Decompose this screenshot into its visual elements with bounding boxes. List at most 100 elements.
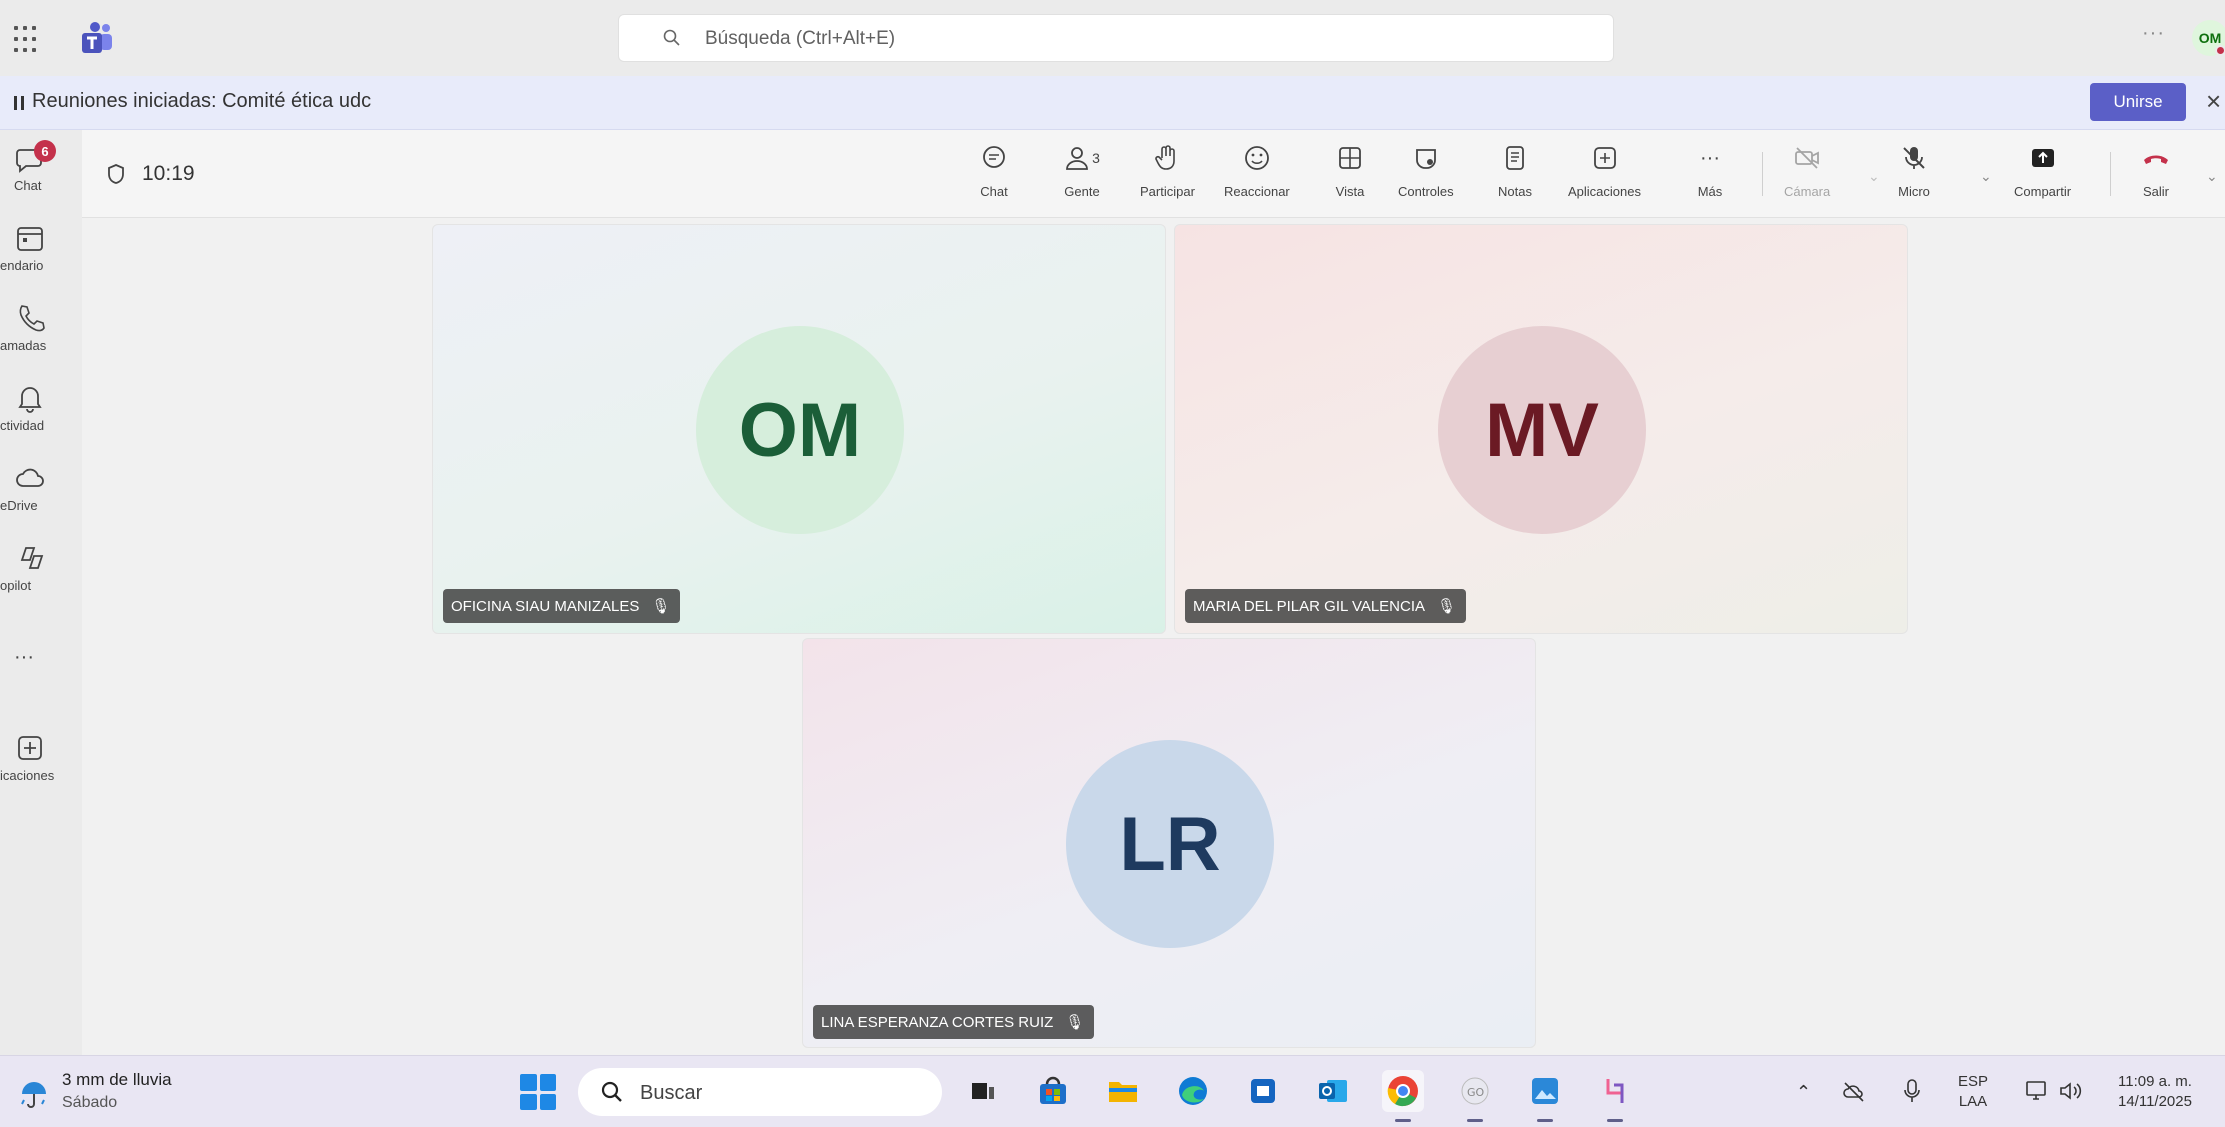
controls-label: Controles: [1398, 184, 1454, 199]
join-button[interactable]: Unirse: [2090, 83, 2186, 121]
more-actions-button[interactable]: ··· Más: [1694, 142, 1726, 210]
more-label: Más: [1697, 184, 1723, 199]
mic-button[interactable]: Micro: [1898, 142, 1930, 210]
add-app-icon: [1593, 147, 1616, 169]
share-button[interactable]: Compartir: [2014, 142, 2071, 210]
meeting-toolbar: 10:19 Chat 3 Gente Participar Reaccionar…: [82, 130, 2225, 218]
muted-mic-icon: 🎙︎: [651, 598, 671, 615]
mic-off-icon: [1903, 147, 1925, 169]
phone-icon: [19, 305, 45, 332]
folder-icon[interactable]: [1102, 1070, 1144, 1112]
photos-icon[interactable]: [1524, 1070, 1566, 1122]
mic-options-chevron-icon[interactable]: ⌄: [1980, 168, 1992, 185]
network-icon[interactable]: [2024, 1078, 2050, 1104]
app-launcher-icon[interactable]: [14, 26, 42, 54]
calendar-icon: [17, 227, 43, 251]
weather-text[interactable]: 3 mm de lluvia: [62, 1070, 172, 1090]
volume-icon[interactable]: [2058, 1080, 2084, 1102]
controls-button[interactable]: Controles: [1398, 142, 1454, 210]
rail-item-onedrive[interactable]: eDrive: [0, 456, 82, 526]
participant-tile[interactable]: LR LINA ESPERANZA CORTES RUIZ 🎙︎: [802, 638, 1536, 1048]
view-label: Vista: [1335, 184, 1365, 199]
camera-label: Cámara: [1784, 184, 1831, 199]
windows-start-icon[interactable]: [520, 1074, 556, 1110]
participant-nameplate: MARIA DEL PILAR GIL VALENCIA 🎙︎: [1185, 589, 1467, 623]
rail-label-activity: ctividad: [0, 418, 45, 433]
microphone-tray-icon[interactable]: [1902, 1078, 1922, 1104]
meeting-chat-icon: [983, 146, 1005, 168]
shield-icon: [108, 164, 124, 184]
toolbar-divider: [1762, 152, 1763, 196]
input-language[interactable]: ESP LAA: [1958, 1072, 1988, 1112]
search-placeholder: Búsqueda (Ctrl+Alt+E): [705, 28, 896, 49]
rail-label-calendar: endario: [0, 258, 44, 273]
taskbar-search[interactable]: Buscar: [578, 1068, 942, 1116]
apps-label: Aplicaciones: [1568, 184, 1641, 199]
participant-name: MARIA DEL PILAR GIL VALENCIA: [1193, 597, 1426, 615]
apps-button[interactable]: Aplicaciones: [1568, 142, 1641, 210]
rail-item-copilot[interactable]: opilot: [0, 536, 82, 606]
svg-text:GO: GO: [1467, 1086, 1485, 1099]
title-bar: Búsqueda (Ctrl+Alt+E) ··· OM: [0, 0, 2225, 76]
taskbar-search-label: Buscar: [640, 1082, 703, 1104]
windows-taskbar: 3 mm de lluvia Sábado Buscar GO ⌃ ESP LA…: [0, 1055, 2225, 1127]
rail-item-activity[interactable]: ctividad: [0, 376, 82, 446]
teams-logo-icon: [82, 22, 112, 53]
chat-button-label: Chat: [980, 184, 1008, 199]
camera-options-chevron-icon[interactable]: ⌄: [1868, 168, 1880, 185]
rail-item-more[interactable]: ···: [0, 646, 82, 676]
hand-icon: [1155, 145, 1176, 170]
participant-avatar: MV: [1438, 326, 1646, 534]
system-clock[interactable]: 11:09 a. m. 14/11/2025: [2118, 1072, 2192, 1112]
react-label: Reaccionar: [1224, 184, 1290, 199]
raise-hand-button[interactable]: Participar: [1140, 142, 1195, 210]
rail-item-apps[interactable]: icaciones: [0, 726, 82, 796]
show-hidden-icons-chevron-icon[interactable]: ⌃: [1796, 1082, 1811, 1103]
cloud-sync-off-icon[interactable]: [1842, 1080, 1866, 1104]
toolbar-divider-2: [2110, 152, 2111, 196]
profile-avatar[interactable]: OM: [2192, 20, 2225, 56]
chrome-icon[interactable]: [1382, 1070, 1424, 1122]
avatar-initials: OM: [738, 387, 862, 473]
camera-button[interactable]: Cámara: [1784, 142, 1830, 210]
participant-tile[interactable]: MV MARIA DEL PILAR GIL VALENCIA 🎙︎: [1174, 224, 1908, 634]
rail-label-copilot: opilot: [0, 578, 32, 593]
avatar-initials: LR: [1119, 801, 1221, 887]
notes-button[interactable]: Notas: [1498, 142, 1532, 210]
presence-dot-icon: [2215, 45, 2225, 56]
leave-button[interactable]: Salir: [2140, 142, 2172, 210]
profile-initials: OM: [2198, 30, 2222, 46]
rail-label-apps: icaciones: [0, 768, 55, 783]
people-button[interactable]: 3 Gente: [1060, 142, 1104, 210]
task-view-icon[interactable]: [962, 1070, 1004, 1112]
leave-options-chevron-icon[interactable]: ⌄: [2206, 168, 2218, 185]
calendar-app-icon[interactable]: [1242, 1070, 1284, 1112]
share-label: Compartir: [2014, 184, 2072, 199]
react-button[interactable]: Reaccionar: [1224, 142, 1290, 210]
rail-item-calls[interactable]: amadas: [0, 296, 82, 366]
snipping-tool-icon[interactable]: [1594, 1070, 1636, 1122]
edge-icon[interactable]: [1172, 1070, 1214, 1112]
participant-name: OFICINA SIAU MANIZALES: [451, 597, 640, 615]
raise-hand-label: Participar: [1140, 184, 1195, 199]
participant-tile[interactable]: OM OFICINA SIAU MANIZALES 🎙︎: [432, 224, 1166, 634]
people-count: 3: [1092, 150, 1100, 166]
gocam-icon[interactable]: GO: [1454, 1070, 1496, 1122]
view-button[interactable]: Vista: [1334, 142, 1366, 210]
rail-item-calendar[interactable]: endario: [0, 216, 82, 286]
participant-name: LINA ESPERANZA CORTES RUIZ: [821, 1013, 1054, 1031]
store-icon[interactable]: [1032, 1070, 1074, 1112]
rain-weather-icon[interactable]: [14, 1072, 54, 1112]
weather-day: Sábado: [62, 1094, 118, 1111]
lang-layout: LAA: [1958, 1093, 1988, 1110]
meeting-timer: 10:19: [106, 162, 195, 186]
close-banner-icon[interactable]: ×: [2206, 86, 2221, 117]
timer-text: 10:19: [142, 162, 195, 185]
settings-more-icon[interactable]: ···: [2142, 22, 2165, 45]
participant-avatar: OM: [696, 326, 904, 534]
rail-item-chat[interactable]: 6 Chat: [0, 136, 82, 206]
left-rail: 6 Chat endario amadas ctividad eDrive op…: [0, 130, 82, 1055]
search-input[interactable]: Búsqueda (Ctrl+Alt+E): [618, 14, 1614, 62]
outlook-icon[interactable]: [1312, 1070, 1354, 1112]
chat-button[interactable]: Chat: [978, 142, 1010, 210]
